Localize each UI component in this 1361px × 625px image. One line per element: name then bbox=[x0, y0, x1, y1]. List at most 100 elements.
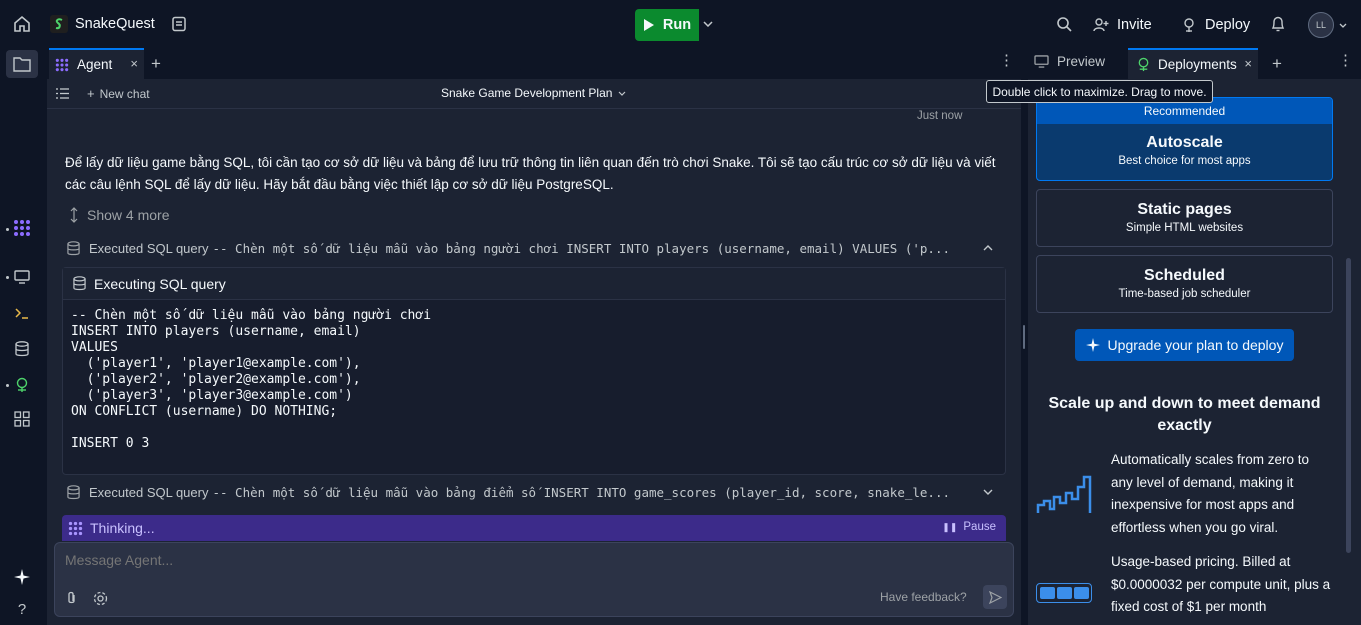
project-name[interactable]: SnakeQuest bbox=[75, 15, 155, 33]
message-input[interactable] bbox=[65, 551, 965, 569]
tab-deployments-label: Deployments bbox=[1158, 57, 1237, 72]
agent-icon bbox=[68, 521, 83, 535]
message-timestamp: Just now bbox=[917, 110, 963, 122]
sql-row-label: Executed SQL query bbox=[89, 240, 209, 256]
chat-title: Snake Game Development Plan bbox=[441, 86, 613, 100]
agent-message: Để lấy dữ liệu game bằng SQL, tôi cần tạ… bbox=[65, 155, 996, 192]
message-input-box: Have feedback? bbox=[54, 542, 1014, 617]
add-user-icon bbox=[1093, 18, 1109, 32]
files-toggle-button[interactable] bbox=[6, 50, 38, 78]
help-icon[interactable]: ? bbox=[12, 599, 32, 619]
add-tab-icon[interactable]: + bbox=[1272, 54, 1282, 74]
sparkle-icon[interactable] bbox=[12, 567, 32, 587]
sql-row-query: -- Chèn một số dữ liệu mẫu vào bảng điểm… bbox=[212, 484, 950, 500]
agent-icon[interactable] bbox=[12, 218, 32, 238]
upgrade-button[interactable]: Upgrade your plan to deploy bbox=[1075, 329, 1294, 361]
pause-button[interactable]: ❚❚ Pause bbox=[942, 521, 996, 533]
run-options-chevron-icon[interactable] bbox=[700, 16, 716, 32]
panel-resize-handle[interactable] bbox=[1023, 325, 1025, 349]
deployments-icon[interactable] bbox=[12, 375, 32, 395]
invite-button[interactable]: Invite bbox=[1093, 14, 1152, 36]
monitor-icon bbox=[1034, 55, 1049, 68]
search-icon[interactable] bbox=[1055, 15, 1073, 33]
chevron-down-icon bbox=[983, 489, 993, 495]
close-tab-icon[interactable]: × bbox=[1244, 56, 1252, 71]
chevron-up-icon bbox=[983, 245, 993, 251]
expand-vertical-icon bbox=[70, 207, 78, 223]
shell-icon[interactable] bbox=[12, 303, 32, 323]
tab-agent[interactable]: Agent × bbox=[49, 48, 144, 79]
database-icon bbox=[67, 484, 80, 499]
attachment-icon[interactable] bbox=[66, 591, 77, 606]
show-more-button[interactable]: Show 4 more bbox=[69, 207, 169, 223]
plus-icon: + bbox=[87, 86, 95, 101]
code-block-header: Executing SQL query bbox=[63, 268, 1005, 300]
database-icon[interactable] bbox=[12, 339, 32, 359]
agent-icon bbox=[55, 58, 69, 71]
add-tab-icon[interactable]: + bbox=[151, 54, 161, 74]
tab-preview[interactable]: Preview bbox=[1034, 54, 1105, 69]
deploy-option-scheduled[interactable]: Scheduled Time-based job scheduler bbox=[1036, 255, 1333, 313]
upgrade-label: Upgrade your plan to deploy bbox=[1107, 337, 1284, 353]
autoscale-graph-icon bbox=[1036, 475, 1092, 513]
compute-units-icon bbox=[1036, 583, 1092, 603]
top-bar: SnakeQuest Run Invite Deploy LL bbox=[0, 0, 1361, 48]
project-logo-icon bbox=[50, 15, 68, 33]
option-subtitle: Simple HTML websites bbox=[1125, 222, 1244, 234]
deploy-option-autoscale[interactable]: Recommended Autoscale Best choice for mo… bbox=[1036, 97, 1333, 181]
active-dot bbox=[6, 276, 9, 279]
chat-history-icon[interactable] bbox=[56, 88, 69, 99]
active-dot bbox=[6, 228, 9, 231]
all-tools-grid-icon[interactable] bbox=[12, 409, 32, 429]
tab-label: Agent bbox=[77, 57, 113, 72]
run-button[interactable]: Run bbox=[635, 9, 699, 41]
chat-subbar: + New chat Snake Game Development Plan bbox=[47, 79, 1021, 109]
new-chat-button[interactable]: + New chat bbox=[87, 86, 150, 101]
feature-pricing-text: Usage-based pricing. Billed at $0.000003… bbox=[1111, 554, 1331, 614]
option-title: Static pages bbox=[1137, 201, 1232, 218]
sql-query-row[interactable]: Executed SQL query -- Chèn một số dữ liệ… bbox=[67, 481, 1007, 503]
database-icon bbox=[67, 240, 80, 255]
sql-row-query: -- Chèn một số dữ liệu mẫu vào bảng ngườ… bbox=[212, 240, 950, 256]
more-options-icon[interactable]: ⋮ bbox=[1338, 53, 1353, 68]
avatar[interactable]: LL bbox=[1308, 12, 1334, 38]
send-icon bbox=[988, 590, 1002, 604]
chevron-down-icon[interactable] bbox=[1338, 21, 1348, 29]
invite-label: Invite bbox=[1117, 17, 1152, 33]
chevron-down-icon bbox=[619, 91, 626, 96]
feature-autoscale-text: Automatically scales from zero to any le… bbox=[1111, 452, 1310, 535]
sql-code-block: Executing SQL query -- Chèn một số dữ li… bbox=[62, 267, 1006, 475]
pause-label: Pause bbox=[963, 521, 996, 533]
thinking-bar: Thinking... ❚❚ Pause bbox=[62, 515, 1006, 541]
scrollbar-thumb[interactable] bbox=[1346, 258, 1351, 553]
sql-row-label: Executed SQL query bbox=[89, 484, 209, 500]
folder-icon bbox=[13, 57, 31, 72]
file-list-icon[interactable] bbox=[170, 15, 188, 33]
deploy-icon bbox=[1184, 18, 1194, 32]
active-dot bbox=[6, 384, 9, 387]
bell-icon[interactable] bbox=[1269, 15, 1287, 33]
chat-title-dropdown[interactable]: Snake Game Development Plan bbox=[441, 86, 626, 100]
sql-query-row[interactable]: Executed SQL query -- Chèn một số dữ liệ… bbox=[67, 237, 1007, 259]
sql-code: -- Chèn một số dữ liệu mẫu vào bảng ngườ… bbox=[71, 308, 432, 451]
deploy-button[interactable]: Deploy bbox=[1181, 14, 1250, 36]
option-subtitle: Best choice for most apps bbox=[1118, 155, 1251, 167]
tab-deployments[interactable]: Deployments × bbox=[1128, 48, 1258, 79]
feedback-link[interactable]: Have feedback? bbox=[880, 590, 967, 604]
deploy-option-static[interactable]: Static pages Simple HTML websites bbox=[1036, 189, 1333, 247]
option-title: Autoscale bbox=[1146, 134, 1223, 151]
send-button[interactable] bbox=[983, 585, 1007, 609]
settings-icon[interactable] bbox=[93, 591, 108, 606]
preview-monitor-icon[interactable] bbox=[12, 267, 32, 287]
tooltip: Double click to maximize. Drag to move. bbox=[986, 80, 1213, 103]
new-chat-label: New chat bbox=[99, 86, 150, 101]
home-icon[interactable] bbox=[12, 14, 32, 34]
run-label: Run bbox=[662, 17, 692, 33]
left-rail: ? bbox=[0, 48, 44, 625]
deploy-label: Deploy bbox=[1205, 17, 1251, 33]
code-block-title: Executing SQL query bbox=[94, 275, 226, 292]
more-options-icon[interactable]: ⋮ bbox=[999, 53, 1014, 68]
close-tab-icon[interactable]: × bbox=[130, 56, 138, 71]
tab-preview-label: Preview bbox=[1057, 54, 1106, 69]
agent-tab-bar: Agent × + ⋮ bbox=[47, 48, 1021, 79]
